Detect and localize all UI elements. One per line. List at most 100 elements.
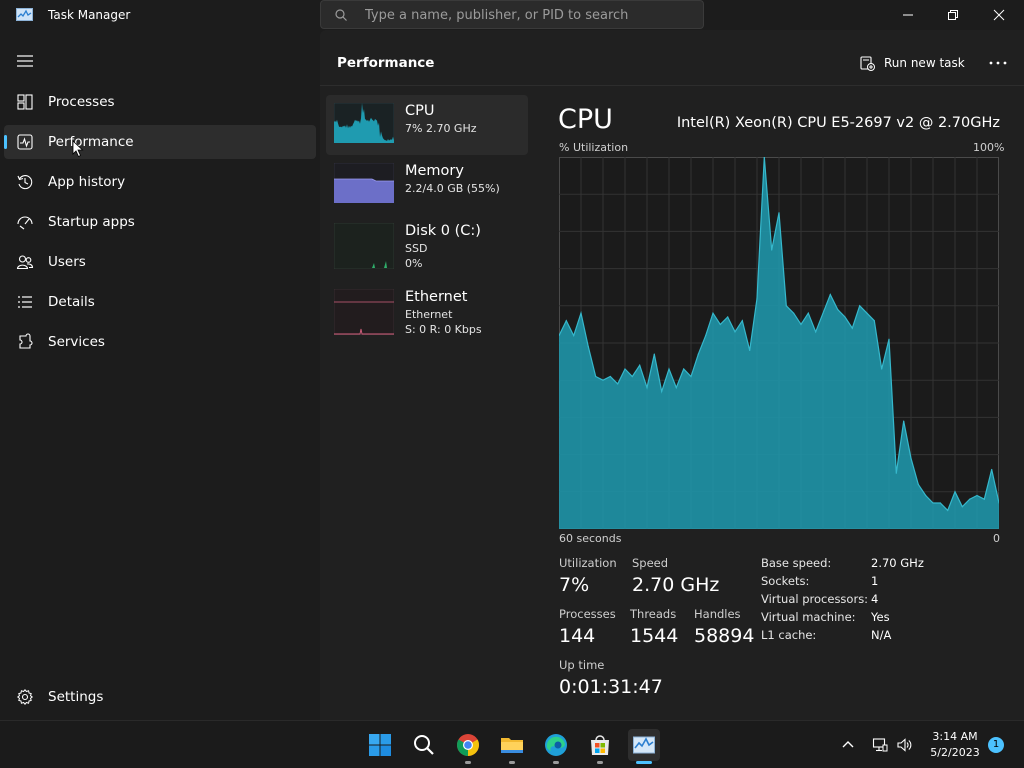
cpu-data-point (778, 212, 780, 214)
sidebar-item-settings[interactable]: Settings (4, 680, 316, 714)
cpu-data-point (741, 320, 743, 322)
cpu-data-point (961, 506, 963, 508)
sidebar-item-startup-apps[interactable]: Startup apps (4, 205, 316, 239)
cpu-data-point (800, 323, 802, 325)
sockets-value: 1 (871, 574, 879, 588)
close-button[interactable] (976, 0, 1022, 30)
processes-label: Processes (559, 607, 616, 621)
page-title: Performance (337, 55, 435, 71)
active-app-indicator (636, 761, 652, 764)
running-indicator (509, 761, 515, 764)
virtual-machine-label: Virtual machine: (761, 610, 856, 624)
taskbar-search-button[interactable] (408, 729, 440, 761)
sidebar-item-app-history[interactable]: App history (4, 165, 316, 199)
cpu-data-point (565, 320, 567, 322)
cpu-data-point (653, 353, 655, 355)
sidebar-item-label: Details (48, 294, 95, 310)
cpu-data-point (602, 379, 604, 381)
cpu-data-point (822, 312, 824, 314)
taskbar-explorer-button[interactable] (496, 729, 528, 761)
sidebar-item-processes[interactable]: Processes (4, 85, 316, 119)
title-bar: Task Manager (0, 0, 1024, 30)
virtual-processors-label: Virtual processors: (761, 592, 869, 606)
volume-icon[interactable] (896, 737, 912, 753)
search-icon (335, 9, 347, 21)
processes-grid-icon (17, 94, 33, 110)
taskbar-edge-button[interactable] (540, 729, 572, 761)
base-speed-label: Base speed: (761, 556, 832, 570)
device-item-memory[interactable]: Memory 2.2/4.0 GB (55%) (326, 155, 528, 215)
speed-label: Speed (632, 556, 669, 570)
device-summary: S: 0 R: 0 Kbps (405, 323, 482, 336)
cpu-thumbnail-graph (334, 103, 394, 143)
cpu-data-point (991, 468, 993, 471)
performance-pulse-icon (17, 134, 33, 150)
taskbar-start-button[interactable] (364, 729, 396, 761)
file-explorer-icon (501, 738, 523, 753)
sidebar-item-label: Processes (48, 94, 115, 110)
chevron-up-icon[interactable] (840, 737, 856, 753)
cpu-data-point (573, 334, 575, 337)
cpu-model-text: Intel(R) Xeon(R) CPU E5-2697 v2 @ 2.70GH… (676, 115, 1000, 131)
device-summary: 0% (405, 257, 423, 270)
close-icon (993, 9, 1005, 21)
taskbar-clock[interactable]: 3:14 AM 5/2/2023 (920, 729, 990, 761)
notification-badge[interactable]: 1 (988, 737, 1004, 753)
taskbar-store-button[interactable] (584, 729, 616, 761)
hamburger-menu-icon[interactable] (14, 52, 36, 70)
taskbar-task-manager-button[interactable] (628, 729, 660, 761)
virtual-machine-value: Yes (871, 610, 890, 624)
device-summary: 2.2/4.0 GB (55%) (405, 182, 500, 195)
cpu-data-point (881, 368, 883, 370)
edge-icon (545, 734, 567, 756)
cpu-data-point (727, 316, 729, 318)
cpu-data-point (866, 312, 868, 314)
window-title: Task Manager (48, 8, 131, 22)
cpu-data-point (771, 249, 773, 251)
chrome-icon (457, 734, 479, 756)
processes-value: 144 (559, 625, 596, 647)
device-name: CPU (405, 103, 435, 119)
running-indicator (465, 761, 471, 764)
search-input[interactable] (365, 4, 695, 26)
cpu-data-point (697, 353, 699, 355)
cpu-data-point (624, 368, 626, 370)
taskbar-chrome-button[interactable] (452, 729, 484, 761)
clock-date: 5/2/2023 (930, 746, 980, 759)
page-header: Performance Run new task (320, 30, 1024, 86)
device-item-ethernet[interactable]: Ethernet Ethernet S: 0 R: 0 Kbps (326, 281, 528, 341)
restore-icon (948, 10, 958, 20)
sidebar-item-label: Settings (48, 689, 104, 705)
sidebar-item-services[interactable]: Services (4, 325, 316, 359)
search-box[interactable] (320, 0, 704, 29)
minimize-button[interactable] (885, 0, 931, 30)
sidebar-item-details[interactable]: Details (4, 285, 316, 319)
cpu-data-point (954, 491, 956, 493)
task-manager-app-icon (16, 8, 33, 21)
y-axis-max-label: 100% (973, 141, 1005, 154)
cpu-data-point (639, 364, 641, 366)
network-icon[interactable] (872, 737, 888, 753)
cpu-data-point (939, 502, 941, 504)
device-item-cpu[interactable]: CPU 7% 2.70 GHz (326, 95, 528, 155)
sidebar-item-users[interactable]: Users (4, 245, 316, 279)
utilization-label: Utilization (559, 556, 617, 570)
ethernet-thumbnail-graph (334, 289, 394, 335)
device-item-disk[interactable]: Disk 0 (C:) SSD 0% (326, 215, 528, 275)
restore-button[interactable] (930, 0, 976, 30)
cpu-data-point (617, 383, 619, 385)
sidebar-item-label: App history (48, 174, 126, 190)
sidebar-item-performance[interactable]: Performance (4, 125, 316, 159)
device-summary: 7% 2.70 GHz (405, 122, 477, 135)
cpu-data-point (683, 368, 685, 370)
cpu-data-point (719, 323, 721, 325)
more-options-icon[interactable] (984, 54, 1012, 72)
run-new-task-button[interactable]: Run new task (860, 52, 965, 74)
cpu-data-point (859, 305, 861, 307)
detail-title: CPU (558, 104, 613, 135)
cpu-data-point (793, 312, 795, 314)
cpu-data-point (829, 294, 831, 296)
cpu-data-point (675, 387, 677, 389)
sidebar-item-label: Services (48, 334, 105, 350)
cpu-data-point (587, 346, 589, 348)
